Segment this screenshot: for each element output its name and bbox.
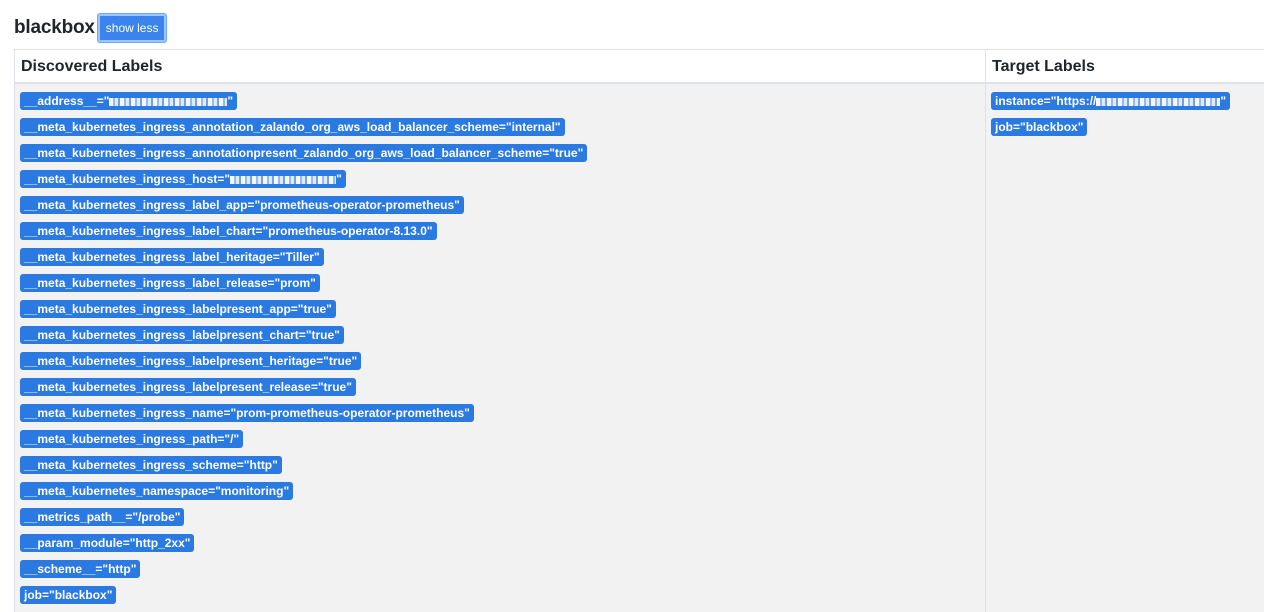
redacted-value (230, 176, 336, 184)
discovered-label-badge: job="blackbox" (20, 586, 116, 604)
discovered-label-badge: __meta_kubernetes_ingress_annotationpres… (20, 144, 587, 162)
discovered-label-badge: __meta_kubernetes_ingress_path="/" (20, 430, 243, 448)
show-less-button[interactable]: show less (98, 14, 167, 42)
target-labels-header: Target Labels (986, 50, 1264, 84)
label-prefix: __meta_kubernetes_ingress_host=" (24, 172, 230, 186)
discovered-labels-list: __address__=""__meta_kubernetes_ingress_… (20, 92, 980, 612)
label-suffix: " (227, 94, 233, 108)
discovered-label-badge: __meta_kubernetes_namespace="monitoring" (20, 482, 293, 500)
discovered-label-badge: __meta_kubernetes_ingress_label_release=… (20, 274, 320, 292)
discovered-labels-cell: __address__=""__meta_kubernetes_ingress_… (15, 83, 986, 612)
table-header-row: Discovered Labels Target Labels (15, 50, 1264, 84)
target-labels-cell: instance="https:// " job="blackbox" (986, 83, 1264, 612)
job-header: blackbox show less (14, 13, 166, 43)
label-suffix: " (1220, 94, 1226, 108)
discovered-label-badge: __meta_kubernetes_ingress_label_chart="p… (20, 222, 437, 240)
discovered-label-badge: __param_module="http_2xx" (20, 534, 194, 552)
discovered-label-badge: __meta_kubernetes_ingress_labelpresent_h… (20, 352, 361, 370)
discovered-label-badge: __scheme__="http" (20, 560, 140, 578)
target-label-badge: job="blackbox" (991, 118, 1087, 136)
table-row: __address__=""__meta_kubernetes_ingress_… (15, 83, 1264, 612)
discovered-label-badge: __meta_kubernetes_ingress_scheme="http" (20, 456, 282, 474)
discovered-label-badge: __meta_kubernetes_ingress_labelpresent_a… (20, 300, 336, 318)
job-title: blackbox (14, 17, 95, 39)
redacted-value (1096, 98, 1220, 106)
discovered-labels-header: Discovered Labels (15, 50, 986, 84)
discovered-label-badge: __meta_kubernetes_ingress_label_app="pro… (20, 196, 464, 214)
discovered-label-badge: __meta_kubernetes_ingress_name="prom-pro… (20, 404, 474, 422)
discovered-label-badge: __meta_kubernetes_ingress_labelpresent_c… (20, 326, 344, 344)
target-label-badge: instance="https:// " (991, 92, 1230, 110)
discovered-label-badge: __meta_kubernetes_ingress_annotation_zal… (20, 118, 565, 136)
discovered-label-badge: __address__=" " (20, 92, 237, 110)
label-prefix: instance="https:// (995, 94, 1096, 108)
target-labels-list: instance="https:// " job="blackbox" (991, 92, 1259, 144)
discovered-label-badge: __meta_kubernetes_ingress_labelpresent_r… (20, 378, 356, 396)
labels-table: Discovered Labels Target Labels __addres… (14, 49, 1264, 612)
discovered-label-badge: __metrics_path__="/probe" (20, 508, 184, 526)
label-suffix: " (336, 172, 342, 186)
discovered-label-badge: __meta_kubernetes_ingress_host=" " (20, 170, 346, 188)
label-prefix: __address__=" (24, 94, 109, 108)
redacted-value (109, 98, 227, 106)
discovered-label-badge: __meta_kubernetes_ingress_label_heritage… (20, 248, 324, 266)
